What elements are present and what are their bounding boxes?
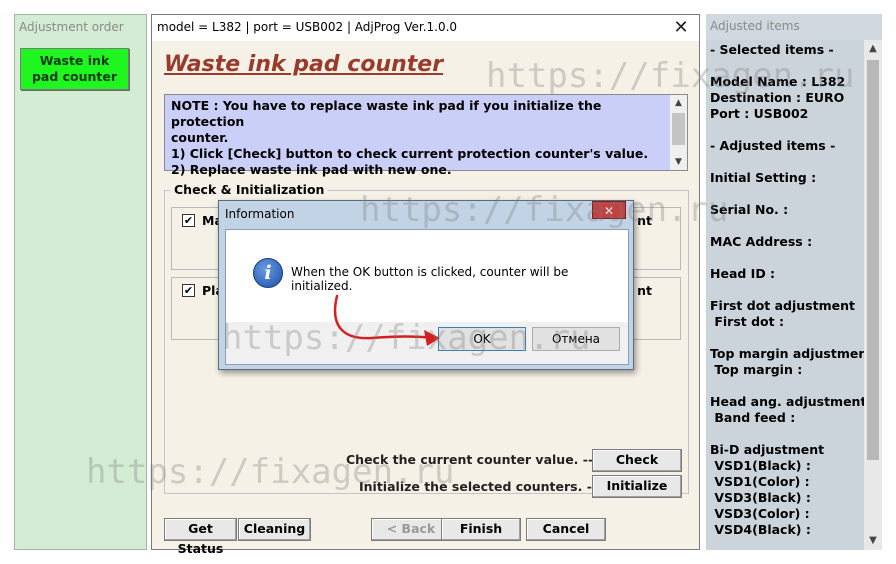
watermark-text: https://fixagen.ru <box>486 56 855 96</box>
watermark-text: https://fixagen.ru <box>222 318 591 358</box>
watermark-text: https://fixagen.ru <box>360 190 729 230</box>
watermark-text: https://fixagen.ru <box>86 452 455 492</box>
